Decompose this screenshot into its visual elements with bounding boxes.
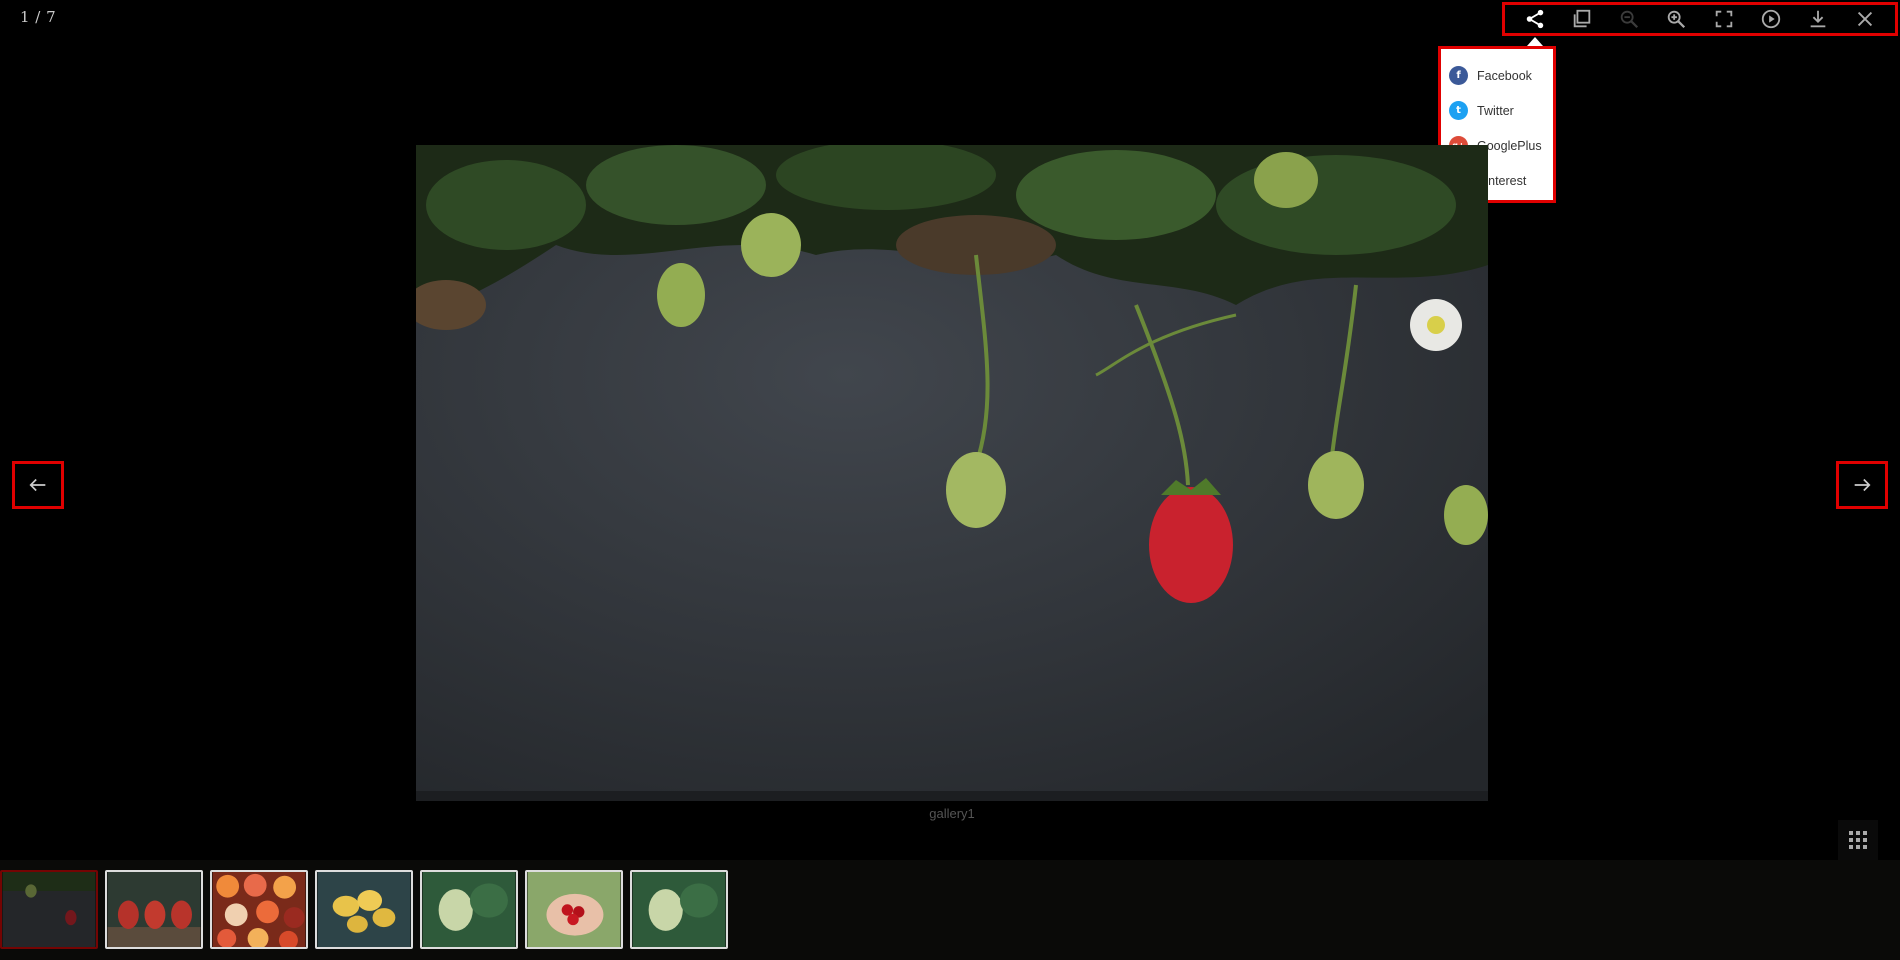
close-icon [1858,11,1873,27]
download-button[interactable] [1803,5,1833,33]
grid-icon [1849,831,1867,849]
zoom-in-icon [1668,10,1686,29]
thumbnail-toggle-button[interactable] [1838,820,1878,860]
play-icon [1761,9,1781,29]
thumbnail-image [422,872,516,947]
thumbnail-citrus[interactable] [210,870,308,949]
main-image[interactable] [416,145,1488,801]
slideshow-button[interactable] [1756,5,1786,33]
zoom-in-button[interactable] [1661,5,1691,33]
share-facebook[interactable]: f Facebook [1449,58,1545,93]
share-icon [1526,9,1543,29]
share-label: Twitter [1477,103,1514,118]
download-icon [1810,10,1826,28]
thumbnail-image [107,872,201,947]
image-counter: 1 / 7 [20,8,57,26]
next-button[interactable] [1836,461,1888,509]
share-button[interactable] [1520,5,1550,33]
arrow-left-icon [29,478,46,492]
image-caption: gallery1 [929,806,975,821]
thumbnail-image [212,872,306,947]
close-button[interactable] [1850,5,1880,33]
thumbnail-strip [0,860,1900,960]
facebook-icon: f [1449,66,1468,85]
arrow-right-icon [1854,478,1871,492]
thumbnail-lemons[interactable] [315,870,413,949]
thumbnail-image [317,872,411,947]
copy-icon [1573,9,1591,28]
thumbnail-pears[interactable] [105,870,203,949]
previous-button[interactable] [12,461,64,509]
thumbnail-image [632,872,726,947]
share-label: Facebook [1477,68,1532,83]
thumbnail-grapes[interactable] [630,870,728,949]
fullscreen-button[interactable] [1709,5,1739,33]
thumbnail-image [527,872,621,947]
zoom-out-icon [1620,10,1639,29]
fullscreen-icon [1715,10,1732,28]
thumbnail-cherries[interactable] [525,870,623,949]
thumbnail-image [2,872,96,947]
zoom-out-button[interactable] [1614,5,1644,33]
lightbox-toolbar [1502,2,1898,36]
twitter-icon: t [1449,101,1468,120]
share-twitter[interactable]: t Twitter [1449,93,1545,128]
strawberry-photo [416,145,1488,801]
copy-button[interactable] [1567,5,1597,33]
thumbnail-strawberry[interactable] [0,870,98,949]
thumbnail-grapes[interactable] [420,870,518,949]
